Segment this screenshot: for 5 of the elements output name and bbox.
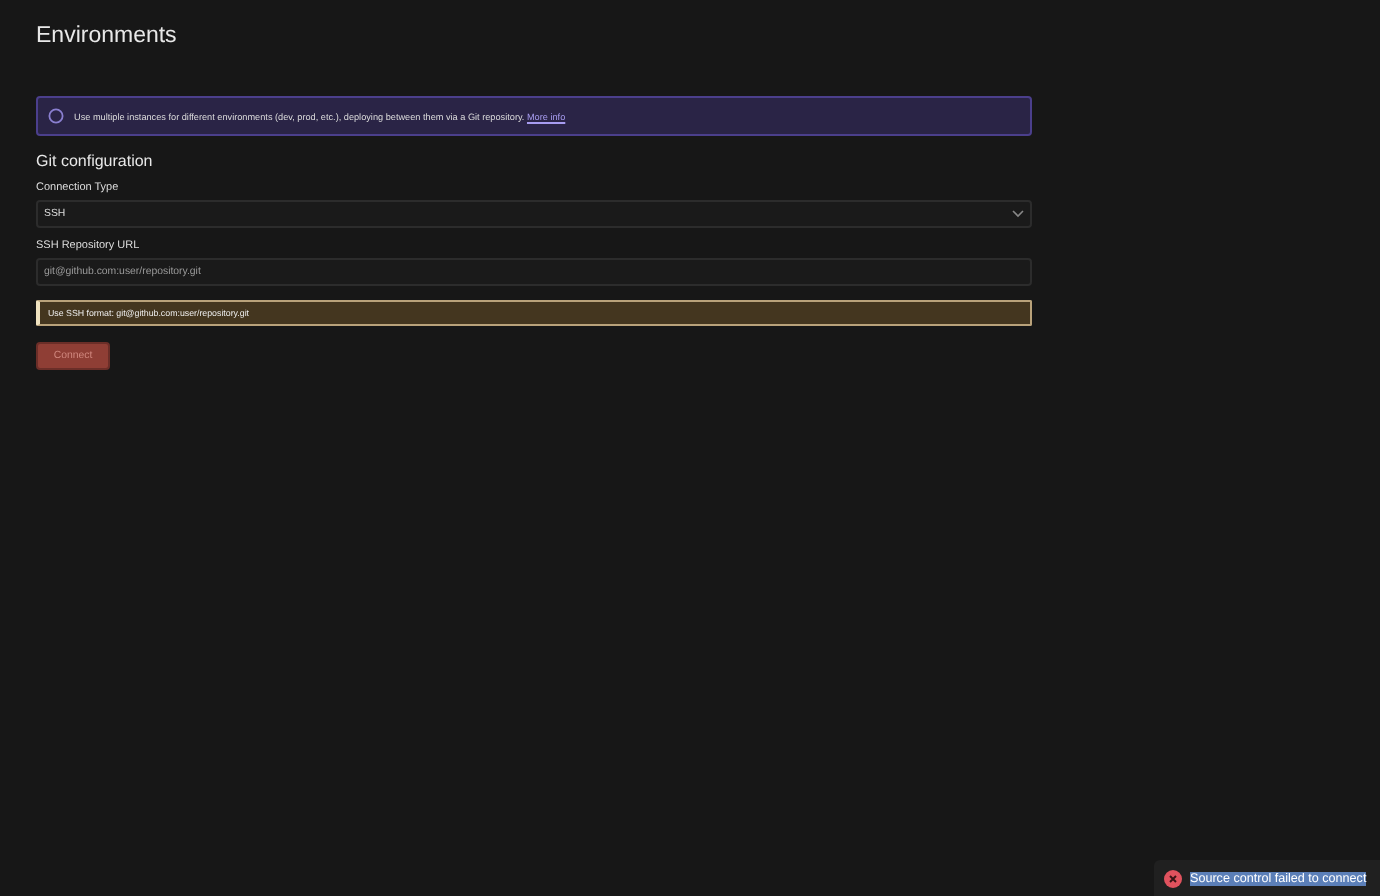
page-title: Environments	[36, 22, 177, 48]
error-icon	[1164, 869, 1182, 887]
info-icon	[48, 108, 64, 124]
section-title: Git configuration	[36, 152, 153, 170]
chevron-down-icon	[1012, 210, 1024, 218]
